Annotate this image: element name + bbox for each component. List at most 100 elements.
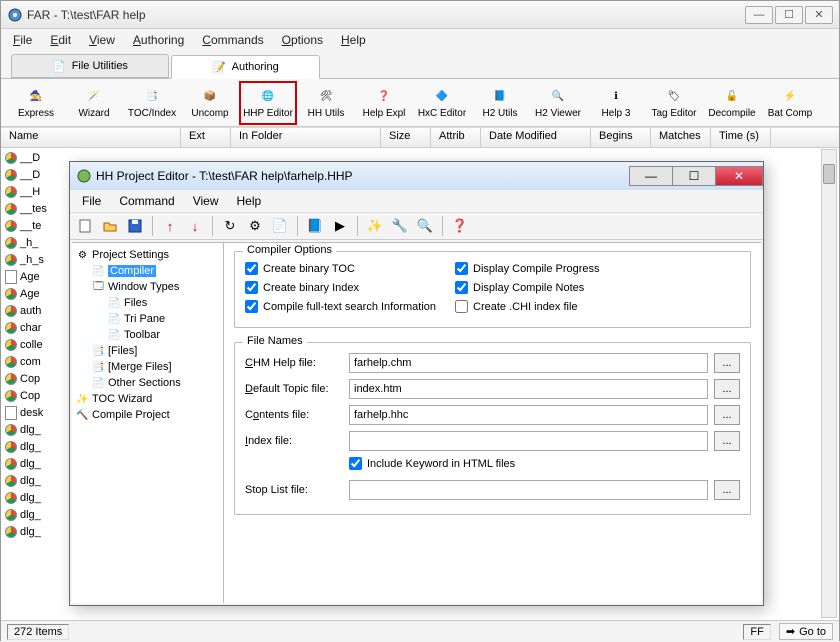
- tree-wt-files[interactable]: 📄Files: [74, 295, 221, 311]
- chk-create-index[interactable]: Create binary Index: [245, 281, 455, 294]
- tree-wt-tripane[interactable]: 📄Tri Pane: [74, 311, 221, 327]
- file-row[interactable]: _h_: [3, 234, 68, 251]
- contents-input[interactable]: [349, 405, 708, 425]
- chk-create-chi[interactable]: Create .CHI index file: [455, 300, 665, 313]
- file-row[interactable]: dlg_: [3, 506, 68, 523]
- file-row[interactable]: char: [3, 319, 68, 336]
- chk-create-toc[interactable]: Create binary TOC: [245, 262, 455, 275]
- default-topic-input[interactable]: [349, 379, 708, 399]
- include-keyword-checkbox[interactable]: [349, 457, 362, 470]
- contents-browse-button[interactable]: ...: [714, 405, 740, 425]
- tree-toc-wizard[interactable]: ✨TOC Wizard: [74, 391, 221, 407]
- file-row[interactable]: _h_s: [3, 251, 68, 268]
- child-maximize-button[interactable]: ☐: [672, 166, 716, 186]
- tree-other-sections[interactable]: 📄Other Sections: [74, 375, 221, 391]
- child-minimize-button[interactable]: —: [629, 166, 673, 186]
- file-row[interactable]: dlg_: [3, 421, 68, 438]
- tree-merge-files[interactable]: 📑[Merge Files]: [74, 359, 221, 375]
- chk-display-progress[interactable]: Display Compile Progress: [455, 262, 665, 275]
- chk-display-progress-input[interactable]: [455, 262, 468, 275]
- vertical-scrollbar[interactable]: [821, 149, 837, 618]
- up-arrow-icon[interactable]: ↑: [159, 215, 181, 237]
- save-icon[interactable]: [124, 215, 146, 237]
- tree-files-section[interactable]: 📑[Files]: [74, 343, 221, 359]
- col-time-s-[interactable]: Time (s): [711, 128, 771, 147]
- menu-options[interactable]: Options: [274, 31, 331, 49]
- default-browse-button[interactable]: ...: [714, 379, 740, 399]
- col-ext[interactable]: Ext: [181, 128, 231, 147]
- file-row[interactable]: dlg_: [3, 523, 68, 540]
- refresh-icon[interactable]: ↻: [219, 215, 241, 237]
- child-menu-help[interactable]: Help: [229, 192, 270, 210]
- menu-authoring[interactable]: Authoring: [125, 31, 192, 49]
- child-menu-file[interactable]: File: [74, 192, 109, 210]
- tree-compile-project[interactable]: 🔨Compile Project: [74, 407, 221, 423]
- chm-browse-button[interactable]: ...: [714, 353, 740, 373]
- file-row[interactable]: desk: [3, 404, 68, 421]
- minimize-button[interactable]: —: [745, 6, 773, 24]
- new-icon[interactable]: [74, 215, 96, 237]
- menu-help[interactable]: Help: [333, 31, 374, 49]
- tree-project-settings[interactable]: ⚙Project Settings: [74, 247, 221, 263]
- index-input[interactable]: [349, 431, 708, 451]
- wizard-icon[interactable]: ✨: [364, 215, 386, 237]
- chk-create-index-input[interactable]: [245, 281, 258, 294]
- toolbar-express[interactable]: 🧙Express: [7, 81, 65, 125]
- gear-icon[interactable]: ⚙: [244, 215, 266, 237]
- tab-file-utilities[interactable]: 📄 File Utilities: [11, 54, 169, 78]
- toolbar-tag-editor[interactable]: 🏷Tag Editor: [645, 81, 703, 125]
- menu-edit[interactable]: Edit: [42, 31, 79, 49]
- file-row[interactable]: dlg_: [3, 438, 68, 455]
- child-menu-command[interactable]: Command: [111, 192, 182, 210]
- file-row[interactable]: __D: [3, 149, 68, 166]
- chk-create-toc-input[interactable]: [245, 262, 258, 275]
- scrollbar-thumb[interactable]: [823, 164, 835, 184]
- toolbar-h2-utils[interactable]: 📘H2 Utils: [471, 81, 529, 125]
- toolbar-bat-comp[interactable]: ⚡Bat Comp: [761, 81, 819, 125]
- chk-create-chi-input[interactable]: [455, 300, 468, 313]
- file-row[interactable]: __tes: [3, 200, 68, 217]
- file-row[interactable]: dlg_: [3, 472, 68, 489]
- file-row[interactable]: colle: [3, 336, 68, 353]
- chk-compile-fts[interactable]: Compile full-text search Information: [245, 300, 455, 313]
- col-date-modified[interactable]: Date Modified: [481, 128, 591, 147]
- help-icon[interactable]: ❓: [449, 215, 471, 237]
- stop-browse-button[interactable]: ...: [714, 480, 740, 500]
- menu-file[interactable]: File: [5, 31, 40, 49]
- maximize-button[interactable]: ☐: [775, 6, 803, 24]
- col-matches[interactable]: Matches: [651, 128, 711, 147]
- toolbar-wizard[interactable]: 🪄Wizard: [65, 81, 123, 125]
- chm-input[interactable]: [349, 353, 708, 373]
- goto-button[interactable]: ➡ Go to: [779, 623, 833, 640]
- doc-gear-icon[interactable]: 📄: [269, 215, 291, 237]
- menu-commands[interactable]: Commands: [194, 31, 271, 49]
- file-row[interactable]: __H: [3, 183, 68, 200]
- child-menu-view[interactable]: View: [185, 192, 227, 210]
- chk-compile-fts-input[interactable]: [245, 300, 258, 313]
- tool2-icon[interactable]: 🔧: [389, 215, 411, 237]
- chk-display-notes[interactable]: Display Compile Notes: [455, 281, 665, 294]
- toolbar-decompile[interactable]: 🔓Decompile: [703, 81, 761, 125]
- file-row[interactable]: __te: [3, 217, 68, 234]
- file-row[interactable]: auth: [3, 302, 68, 319]
- col-name[interactable]: Name: [1, 128, 181, 147]
- toolbar-help-3[interactable]: ℹHelp 3: [587, 81, 645, 125]
- file-row[interactable]: Cop: [3, 387, 68, 404]
- open-icon[interactable]: [99, 215, 121, 237]
- stop-list-input[interactable]: [349, 480, 708, 500]
- col-size[interactable]: Size: [381, 128, 431, 147]
- tree-compiler[interactable]: 📄Compiler: [74, 263, 221, 279]
- file-row[interactable]: dlg_: [3, 455, 68, 472]
- chk-display-notes-input[interactable]: [455, 281, 468, 294]
- tree-wt-toolbar[interactable]: 📄Toolbar: [74, 327, 221, 343]
- file-row[interactable]: __D: [3, 166, 68, 183]
- compile-icon[interactable]: 📘: [304, 215, 326, 237]
- file-row[interactable]: Cop: [3, 370, 68, 387]
- file-row[interactable]: com: [3, 353, 68, 370]
- close-button[interactable]: ✕: [805, 6, 833, 24]
- tab-authoring[interactable]: 📝 Authoring: [171, 55, 320, 79]
- file-row[interactable]: dlg_: [3, 489, 68, 506]
- col-in-folder[interactable]: In Folder: [231, 128, 381, 147]
- child-close-button[interactable]: ✕: [715, 166, 763, 186]
- toolbar-h2-viewer[interactable]: 🔍H2 Viewer: [529, 81, 587, 125]
